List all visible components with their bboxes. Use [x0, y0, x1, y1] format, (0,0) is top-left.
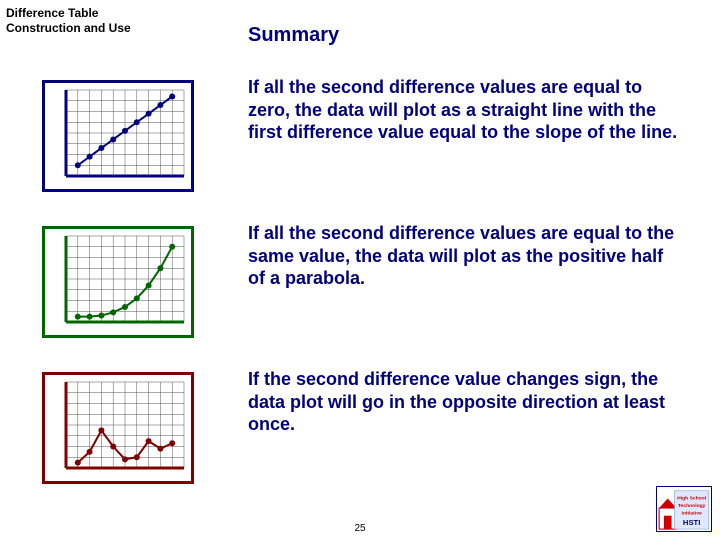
chart-1: [42, 80, 194, 197]
section-2-text: If all the second difference values are …: [248, 222, 680, 290]
section-1-text: If all the second difference values are …: [248, 76, 680, 144]
svg-text:Initiative: Initiative: [682, 511, 702, 517]
header-line2: Construction and Use: [6, 21, 131, 35]
parabola-chart-icon: [48, 232, 188, 332]
header-left: Difference Table Construction and Use: [6, 6, 131, 36]
svg-text:Technology: Technology: [678, 503, 706, 509]
chart-1-border: [42, 80, 194, 192]
chart-2-border: [42, 226, 194, 338]
header-line1: Difference Table: [6, 6, 98, 20]
section-3-text: If the second difference value changes s…: [248, 368, 680, 436]
hsti-logo: High School Technology Initiative HSTI: [656, 486, 712, 532]
zigzag-chart-icon: [48, 378, 188, 478]
page-title: Summary: [248, 24, 339, 47]
chart-3-border: [42, 372, 194, 484]
svg-text:HSTI: HSTI: [683, 518, 700, 527]
linear-chart-icon: [48, 86, 188, 186]
chart-3: [42, 372, 194, 489]
chart-2: [42, 226, 194, 343]
page-number: 25: [0, 523, 720, 534]
svg-text:High School: High School: [677, 495, 707, 501]
